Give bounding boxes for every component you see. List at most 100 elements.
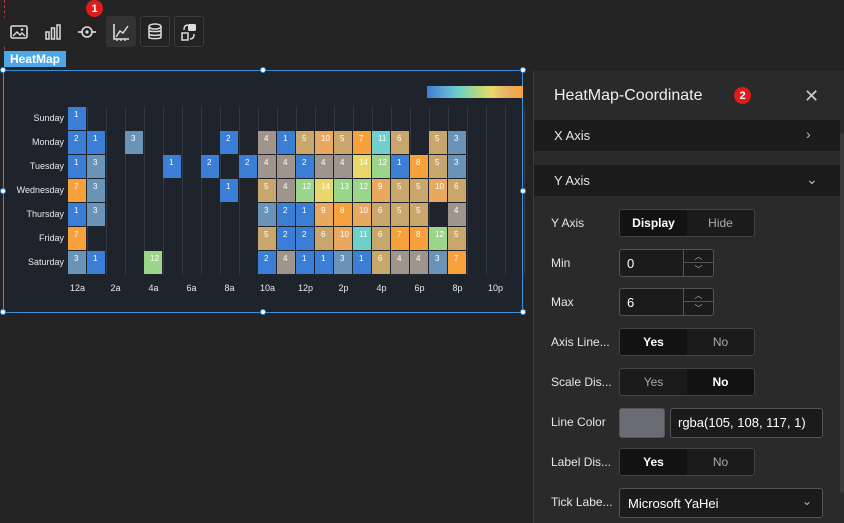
min-decrement-icon[interactable]: ﹀ xyxy=(684,263,713,276)
heatmap-cell[interactable]: 1 xyxy=(163,155,181,178)
heatmap-cell[interactable]: 1 xyxy=(68,203,86,226)
heatmap-cell[interactable]: 12 xyxy=(296,179,314,202)
heatmap-cell[interactable]: 5 xyxy=(296,131,314,154)
heatmap-cell[interactable]: 14 xyxy=(315,179,333,202)
tick-label-font-select[interactable]: Microsoft YaHei ⌄ xyxy=(619,488,823,518)
axis-line-yes-option[interactable]: Yes xyxy=(620,329,687,355)
heatmap-cell[interactable]: 8 xyxy=(410,155,428,178)
heatmap-cell[interactable]: 2 xyxy=(296,227,314,250)
scale-display-yes-option[interactable]: Yes xyxy=(620,369,687,395)
close-icon[interactable]: ✕ xyxy=(804,86,819,107)
heatmap-cell[interactable]: 5 xyxy=(410,179,428,202)
heatmap-cell[interactable]: 4 xyxy=(258,131,276,154)
heatmap-cell[interactable]: 3 xyxy=(448,155,466,178)
resize-handle-se[interactable] xyxy=(520,309,526,315)
panel-scrollbar[interactable] xyxy=(840,133,844,493)
line-color-input[interactable]: rgba(105, 108, 117, 1) xyxy=(670,408,823,438)
heatmap-cell[interactable]: 2 xyxy=(220,131,238,154)
y-axis-hide-option[interactable]: Hide xyxy=(687,210,754,236)
section-x-axis[interactable]: X Axis › xyxy=(534,120,840,151)
heatmap-cell[interactable]: 5 xyxy=(334,131,352,154)
heatmap-cell[interactable]: 1 xyxy=(353,251,371,274)
heatmap-cell[interactable]: 5 xyxy=(429,155,447,178)
max-input[interactable]: 6 ︿ ﹀ xyxy=(619,288,714,316)
y-axis-display-option[interactable]: Display xyxy=(620,210,687,236)
heatmap-cell[interactable]: 6 xyxy=(315,227,333,250)
heatmap-cell[interactable]: 12 xyxy=(372,155,390,178)
heatmap-cell[interactable]: 3 xyxy=(87,179,105,202)
heatmap-cell[interactable]: 1 xyxy=(220,179,238,202)
heatmap-cell[interactable]: 12 xyxy=(144,251,162,274)
heatmap-cell[interactable]: 3 xyxy=(87,203,105,226)
heatmap-cell[interactable]: 5 xyxy=(258,179,276,202)
heatmap-cell[interactable]: 1 xyxy=(87,131,105,154)
visual-map-legend[interactable] xyxy=(427,86,523,98)
heatmap-cell[interactable]: 8 xyxy=(334,203,352,226)
heatmap-cell[interactable]: 2 xyxy=(258,251,276,274)
heatmap-cell[interactable]: 6 xyxy=(372,251,390,274)
min-increment-icon[interactable]: ︿ xyxy=(684,250,713,263)
heatmap-cell[interactable]: 5 xyxy=(410,203,428,226)
heatmap-cell[interactable]: 2 xyxy=(68,131,86,154)
heatmap-cell[interactable]: 1 xyxy=(296,251,314,274)
line-color-swatch[interactable] xyxy=(619,408,665,438)
heatmap-cell[interactable]: 3 xyxy=(125,131,143,154)
min-input[interactable]: 0 ︿ ﹀ xyxy=(619,249,714,277)
heatmap-cell[interactable]: 3 xyxy=(429,251,447,274)
heatmap-cell[interactable]: 12 xyxy=(429,227,447,250)
heatmap-cell[interactable]: 3 xyxy=(87,155,105,178)
resize-handle-ne[interactable] xyxy=(520,67,526,73)
heatmap-cell[interactable]: 7 xyxy=(353,131,371,154)
resize-handle-nw[interactable] xyxy=(0,67,6,73)
heatmap-cell[interactable]: 11 xyxy=(353,227,371,250)
max-decrement-icon[interactable]: ﹀ xyxy=(684,302,713,315)
heatmap-cell[interactable]: 4 xyxy=(277,251,295,274)
heatmap-cell[interactable]: 11 xyxy=(372,131,390,154)
heatmap-cell[interactable]: 12 xyxy=(353,179,371,202)
heatmap-cell[interactable]: 7 xyxy=(68,179,86,202)
heatmap-cell[interactable]: 3 xyxy=(258,203,276,226)
axis-tool-button[interactable] xyxy=(106,16,136,47)
heatmap-cell[interactable]: 2 xyxy=(296,155,314,178)
heatmap-cell[interactable]: 5 xyxy=(448,227,466,250)
heatmap-cell[interactable]: 10 xyxy=(429,179,447,202)
heatmap-cell[interactable]: 13 xyxy=(334,179,352,202)
heatmap-cell[interactable]: 9 xyxy=(315,203,333,226)
max-increment-icon[interactable]: ︿ xyxy=(684,289,713,302)
heatmap-cell[interactable]: 2 xyxy=(201,155,219,178)
heatmap-cell[interactable]: 7 xyxy=(68,227,86,250)
heatmap-cell[interactable]: 6 xyxy=(372,227,390,250)
heatmap-cell[interactable]: 4 xyxy=(334,155,352,178)
label-display-yes-option[interactable]: Yes xyxy=(620,449,687,475)
heatmap-cell[interactable]: 6 xyxy=(448,179,466,202)
target-tool-button[interactable] xyxy=(72,16,102,47)
heatmap-cell[interactable]: 5 xyxy=(391,179,409,202)
bar-chart-tool-button[interactable] xyxy=(38,16,68,47)
resize-handle-s[interactable] xyxy=(260,309,266,315)
heatmap-cell[interactable]: 6 xyxy=(372,203,390,226)
heatmap-cell[interactable]: 1 xyxy=(277,131,295,154)
heatmap-cell[interactable]: 6 xyxy=(391,131,409,154)
heatmap-cell[interactable]: 7 xyxy=(391,227,409,250)
heatmap-cell[interactable]: 3 xyxy=(334,251,352,274)
heatmap-component[interactable]: Sunday Monday Tuesday Wednesday Thursday Frid… xyxy=(0,67,526,315)
heatmap-cell[interactable]: 10 xyxy=(315,131,333,154)
heatmap-cell[interactable]: 4 xyxy=(258,155,276,178)
resize-handle-w[interactable] xyxy=(0,188,6,194)
label-display-no-option[interactable]: No xyxy=(687,449,754,475)
resize-handle-sw[interactable] xyxy=(0,309,6,315)
heatmap-cell[interactable]: 4 xyxy=(391,251,409,274)
resize-handle-e[interactable] xyxy=(520,188,526,194)
heatmap-cell[interactable]: 14 xyxy=(353,155,371,178)
axis-line-no-option[interactable]: No xyxy=(687,329,754,355)
heatmap-cell[interactable]: 5 xyxy=(391,203,409,226)
resize-handle-n[interactable] xyxy=(260,67,266,73)
heatmap-cell[interactable]: 10 xyxy=(334,227,352,250)
heatmap-cell[interactable]: 2 xyxy=(277,227,295,250)
heatmap-cell[interactable]: 5 xyxy=(258,227,276,250)
section-y-axis[interactable]: Y Axis ⌄ xyxy=(534,165,840,196)
heatmap-cell[interactable]: 4 xyxy=(277,155,295,178)
heatmap-cell[interactable]: 7 xyxy=(448,251,466,274)
heatmap-cell[interactable]: 2 xyxy=(277,203,295,226)
heatmap-cell[interactable]: 4 xyxy=(410,251,428,274)
